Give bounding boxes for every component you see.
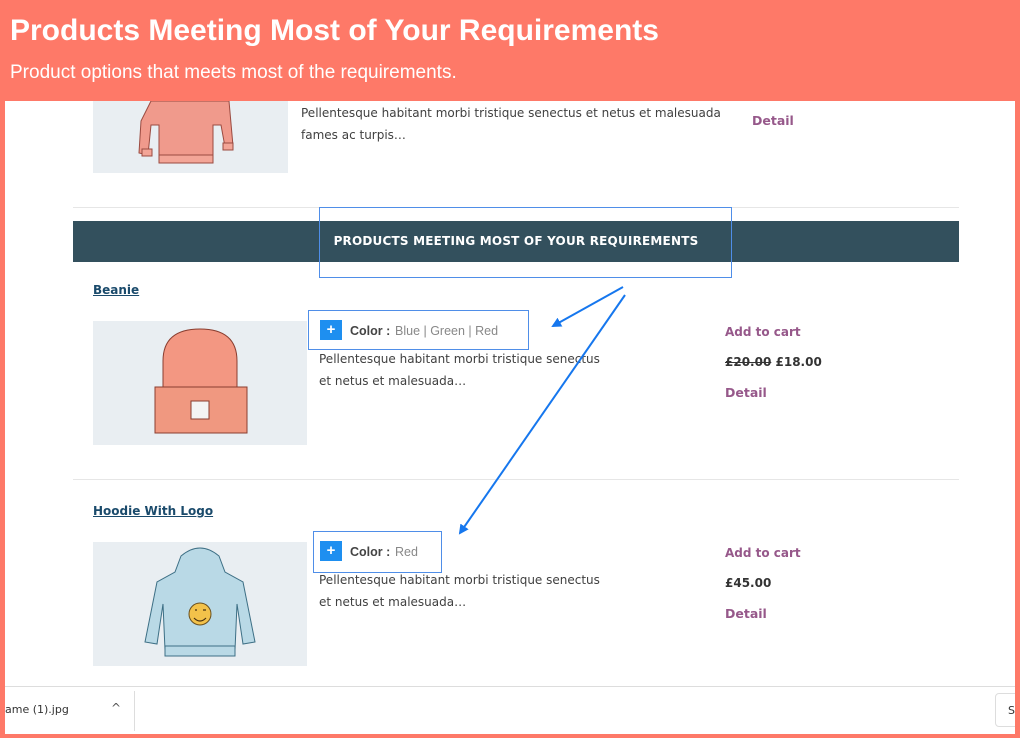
browser-downloads-bar: ame (1).jpg ^ S [5, 686, 1015, 734]
divider [134, 691, 135, 731]
arrow-to-hoodie-attr [458, 294, 626, 535]
page-subtitle: Product options that meets most of the r… [10, 62, 457, 83]
screenshot-frame: Pellentesque habitant morbi tristique se… [5, 101, 1015, 734]
arrow-to-beanie-attr [551, 286, 624, 327]
chevron-up-icon[interactable]: ^ [111, 701, 121, 715]
page-header: Products Meeting Most of Your Requiremen… [0, 0, 1020, 101]
show-all-button[interactable]: S [995, 693, 1015, 727]
annotation-arrows [458, 286, 626, 535]
page-title: Products Meeting Most of Your Requiremen… [10, 14, 659, 47]
download-file-name[interactable]: ame (1).jpg [5, 703, 69, 716]
